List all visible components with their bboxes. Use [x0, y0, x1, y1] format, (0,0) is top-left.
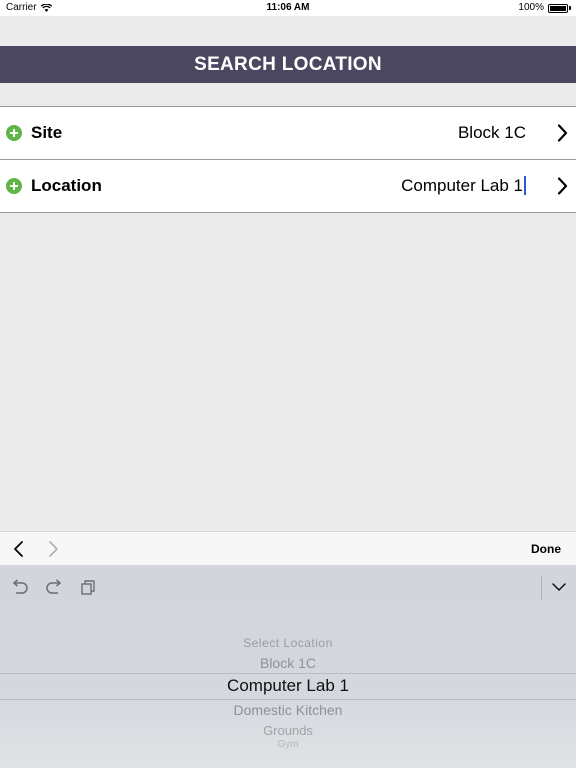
battery-icon — [548, 3, 568, 13]
dismiss-keyboard-icon[interactable] — [551, 581, 567, 593]
picker-option[interactable]: Domestic Kitchen — [0, 702, 576, 718]
picker-option[interactable]: Block 1C — [0, 655, 576, 671]
location-form: Site Block 1C Location Computer Lab 1 — [0, 106, 576, 213]
undo-icon[interactable] — [11, 579, 29, 595]
paste-icon[interactable] — [80, 579, 96, 595]
redo-icon[interactable] — [45, 579, 63, 595]
keyboard-shortcut-bar — [0, 565, 576, 609]
location-input[interactable]: Computer Lab 1 — [401, 160, 526, 212]
status-time: 11:06 AM — [266, 2, 310, 13]
previous-field-icon[interactable] — [12, 540, 26, 558]
site-value[interactable]: Block 1C — [458, 107, 526, 159]
text-cursor — [524, 176, 526, 195]
site-label: Site — [31, 123, 63, 142]
location-value: Computer Lab 1 — [401, 176, 523, 195]
input-accessory-bar: Done — [0, 531, 576, 566]
done-button[interactable]: Done — [531, 532, 561, 566]
plus-circle-icon[interactable] — [6, 125, 22, 141]
location-picker[interactable]: Select Location Block 1C Computer Lab 1 … — [0, 627, 576, 768]
chevron-right-icon[interactable] — [557, 177, 568, 195]
picker-option-selected[interactable]: Computer Lab 1 — [0, 676, 576, 696]
picker-option[interactable]: Grounds — [0, 723, 576, 738]
next-field-icon[interactable] — [46, 540, 60, 558]
battery-percent: 100% — [518, 2, 544, 13]
picker-option[interactable]: Select Location — [0, 636, 576, 650]
page-title: SEARCH LOCATION — [0, 46, 576, 83]
site-row[interactable]: Site Block 1C — [0, 107, 576, 159]
chevron-right-icon[interactable] — [557, 124, 568, 142]
location-row[interactable]: Location Computer Lab 1 — [0, 159, 576, 212]
location-label: Location — [31, 176, 102, 195]
picker-keyboard: Select Location Block 1C Computer Lab 1 … — [0, 565, 576, 768]
picker-option[interactable]: Gym — [0, 739, 576, 750]
status-bar: Carrier 11:06 AM 100% — [0, 0, 576, 16]
battery-indicator: 100% — [518, 0, 571, 16]
plus-circle-icon[interactable] — [6, 178, 22, 194]
